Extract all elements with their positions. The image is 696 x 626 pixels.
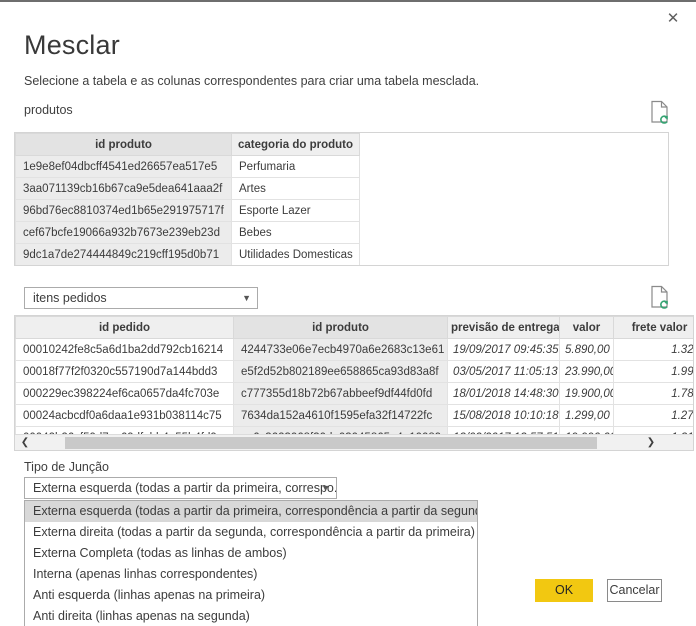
second-table-select-value: itens pedidos bbox=[33, 291, 107, 305]
join-kind-label: Tipo de Junção bbox=[24, 460, 109, 474]
table-cell[interactable]: 96bd76ec8810374ed1b65e291975717f bbox=[16, 200, 232, 222]
chevron-down-icon: ▼ bbox=[321, 478, 330, 498]
first-table-preview: id produtocategoria do produto1e9e8ef04d… bbox=[14, 132, 669, 266]
table-cell[interactable]: 1.993 bbox=[614, 361, 695, 383]
table-cell[interactable]: 5.890,00 bbox=[560, 339, 614, 361]
table-cell[interactable]: cef67bcfe19066a932b7673e239eb23d bbox=[16, 222, 232, 244]
join-option[interactable]: Anti direita (linhas apenas na segunda) bbox=[25, 606, 477, 626]
column-header[interactable]: id produto bbox=[234, 317, 448, 339]
horizontal-scrollbar[interactable]: ❮ ❯ bbox=[15, 434, 693, 450]
table-cell[interactable]: Artes bbox=[232, 178, 360, 200]
column-header[interactable]: previsão de entrega bbox=[448, 317, 560, 339]
table-cell[interactable]: Perfumaria bbox=[232, 156, 360, 178]
table-header-row: id produtocategoria do produto bbox=[16, 134, 360, 156]
table-row: 00010242fe8c5a6d1ba2dd792cb162144244733e… bbox=[16, 339, 695, 361]
chevron-down-icon: ▼ bbox=[242, 288, 251, 308]
join-option[interactable]: Anti esquerda (linhas apenas na primeira… bbox=[25, 585, 477, 606]
table-cell[interactable]: 000229ec398224ef6ca0657da4fc703e bbox=[16, 383, 234, 405]
table-cell[interactable]: 00024acbcdf0a6daa1e931b038114c75 bbox=[16, 405, 234, 427]
products-table: id produtocategoria do produto1e9e8ef04d… bbox=[15, 133, 360, 266]
table-row: 00024acbcdf0a6daa1e931b038114c757634da15… bbox=[16, 405, 695, 427]
table-cell[interactable]: Utilidades Domesticas bbox=[232, 244, 360, 266]
order-items-table: id pedidoid produtoprevisão de entregava… bbox=[15, 316, 694, 449]
join-option[interactable]: Externa esquerda (todas a partir da prim… bbox=[25, 501, 477, 522]
table-header-row: id pedidoid produtoprevisão de entregava… bbox=[16, 317, 695, 339]
table-cell[interactable]: 3aa071139cb16b67ca9e5dea641aaa2f bbox=[16, 178, 232, 200]
table-row: cef67bcfe19066a932b7673e239eb23dBebes bbox=[16, 222, 360, 244]
table-cell[interactable]: 23.990,00 bbox=[560, 361, 614, 383]
scroll-left-icon[interactable]: ❮ bbox=[17, 435, 33, 451]
table-cell[interactable]: 1e9e8ef04dbcff4541ed26657ea517e5 bbox=[16, 156, 232, 178]
scroll-right-icon[interactable]: ❯ bbox=[643, 435, 659, 451]
dialog-title: Mesclar bbox=[24, 30, 120, 61]
table-cell[interactable]: 4244733e06e7ecb4970a6e2683c13e61 bbox=[234, 339, 448, 361]
join-option[interactable]: Externa Completa (todas as linhas de amb… bbox=[25, 543, 477, 564]
column-header[interactable]: id produto bbox=[16, 134, 232, 156]
table-cell[interactable]: 19/09/2017 09:45:35 bbox=[448, 339, 560, 361]
close-icon[interactable]: ✕ bbox=[662, 8, 684, 30]
table-cell[interactable]: 7634da152a4610f1595efa32f14722fc bbox=[234, 405, 448, 427]
join-kind-select-value: Externa esquerda (todas a partir da prim… bbox=[33, 481, 337, 495]
scrollbar-thumb[interactable] bbox=[65, 437, 597, 449]
ok-button[interactable]: OK bbox=[535, 579, 593, 602]
table-cell[interactable]: 19.900,00 bbox=[560, 383, 614, 405]
table-cell[interactable]: e5f2d52b802189ee658865ca93d83a8f bbox=[234, 361, 448, 383]
table-row: 00018f77f2f0320c557190d7a144bdd3e5f2d52b… bbox=[16, 361, 695, 383]
table-cell[interactable]: 15/08/2018 10:10:18 bbox=[448, 405, 560, 427]
join-option[interactable]: Externa direita (todas a partir da segun… bbox=[25, 522, 477, 543]
table-cell[interactable]: 00010242fe8c5a6d1ba2dd792cb16214 bbox=[16, 339, 234, 361]
second-table-select[interactable]: itens pedidos ▼ bbox=[24, 287, 258, 309]
column-header[interactable]: id pedido bbox=[16, 317, 234, 339]
table-cell[interactable]: 1.329 bbox=[614, 339, 695, 361]
cancel-button[interactable]: Cancelar bbox=[607, 579, 662, 602]
table-cell[interactable]: 18/01/2018 14:48:30 bbox=[448, 383, 560, 405]
column-header[interactable]: frete valor bbox=[614, 317, 695, 339]
join-kind-dropdown-list: Externa esquerda (todas a partir da prim… bbox=[24, 500, 478, 626]
refresh-preview-icon[interactable] bbox=[650, 100, 670, 124]
merge-dialog: ✕ Mesclar Selecione a tabela e as coluna… bbox=[0, 0, 696, 626]
table-row: 9dc1a7de274444849c219cff195d0b71Utilidad… bbox=[16, 244, 360, 266]
table-row: 3aa071139cb16b67ca9e5dea641aaa2fArtes bbox=[16, 178, 360, 200]
first-table-label: produtos bbox=[24, 103, 73, 117]
dialog-subtitle: Selecione a tabela e as colunas correspo… bbox=[24, 74, 479, 88]
refresh-preview-icon[interactable] bbox=[650, 285, 670, 309]
column-header[interactable]: categoria do produto bbox=[232, 134, 360, 156]
second-table-preview: id pedidoid produtoprevisão de entregava… bbox=[14, 315, 694, 451]
table-cell[interactable]: Bebes bbox=[232, 222, 360, 244]
table-cell[interactable]: Esporte Lazer bbox=[232, 200, 360, 222]
table-cell[interactable]: 03/05/2017 11:05:13 bbox=[448, 361, 560, 383]
join-kind-select[interactable]: Externa esquerda (todas a partir da prim… bbox=[24, 477, 337, 499]
table-cell[interactable]: 1.279 bbox=[614, 405, 695, 427]
table-cell[interactable]: c777355d18b72b67abbeef9df44fd0fd bbox=[234, 383, 448, 405]
table-cell[interactable]: 00018f77f2f0320c557190d7a144bdd3 bbox=[16, 361, 234, 383]
column-header[interactable]: valor bbox=[560, 317, 614, 339]
table-cell[interactable]: 1.787 bbox=[614, 383, 695, 405]
table-cell[interactable]: 9dc1a7de274444849c219cff195d0b71 bbox=[16, 244, 232, 266]
table-row: 1e9e8ef04dbcff4541ed26657ea517e5Perfumar… bbox=[16, 156, 360, 178]
table-row: 96bd76ec8810374ed1b65e291975717fEsporte … bbox=[16, 200, 360, 222]
table-cell[interactable]: 1.299,00 bbox=[560, 405, 614, 427]
table-row: 000229ec398224ef6ca0657da4fc703ec777355d… bbox=[16, 383, 695, 405]
join-option[interactable]: Interna (apenas linhas correspondentes) bbox=[25, 564, 477, 585]
